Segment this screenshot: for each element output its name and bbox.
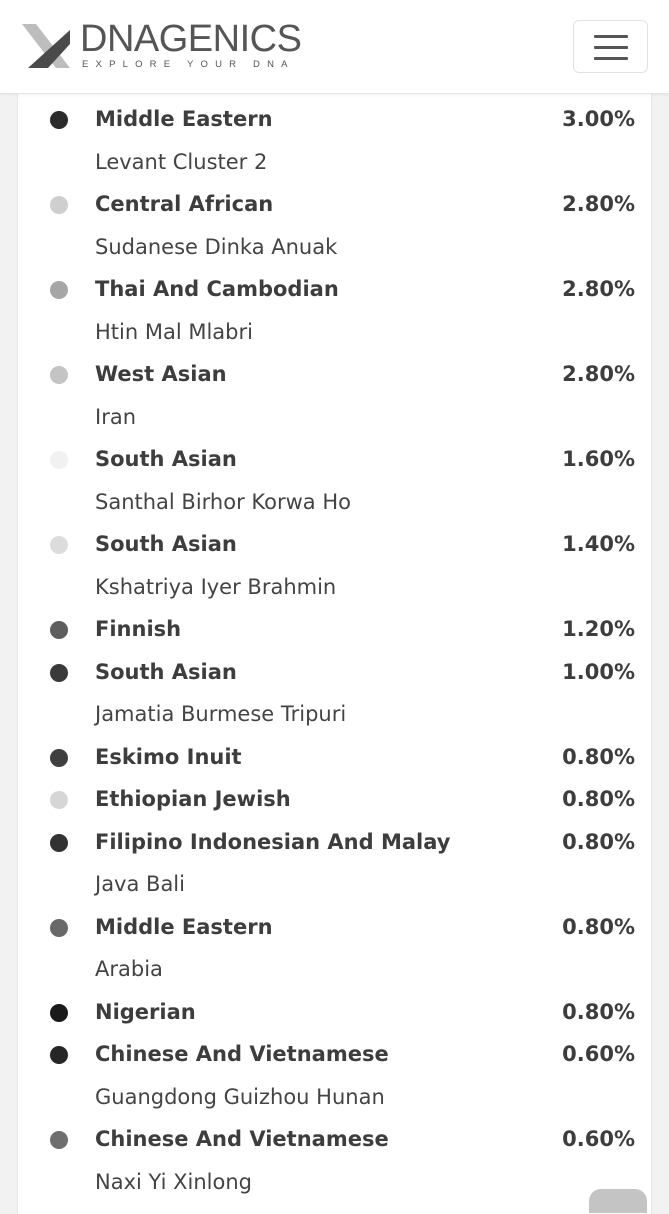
ancestry-row: Finnish 1.20%	[18, 604, 651, 647]
ancestry-row: South Asian 1.40%	[18, 519, 651, 562]
ancestry-subregion-row: Kshatriya Iyer Brahmin	[18, 562, 651, 605]
color-dot-icon	[50, 536, 68, 554]
ancestry-subregion-row: Htin Mal Mlabri	[18, 307, 651, 350]
ancestry-name: South Asian	[95, 532, 237, 556]
ancestry-row: Nigerian 0.80%	[18, 987, 651, 1030]
ancestry-name: Nigerian	[95, 999, 196, 1024]
ancestry-percent: 2.80%	[562, 192, 635, 216]
ancestry-name: Middle Eastern	[95, 914, 273, 939]
ancestry-row: Thai And Cambodian 2.80%	[18, 264, 651, 307]
ancestry-subregion: Guangdong Guizhou Hunan	[95, 1084, 385, 1109]
ancestry-subregion: Levant Cluster 2	[95, 149, 268, 174]
ancestry-subregion-row: Santhal Birhor Korwa Ho	[18, 477, 651, 520]
color-dot-icon	[50, 748, 68, 767]
ancestry-row: Filipino Indonesian And Malay 0.80%	[18, 817, 651, 860]
ancestry-name: Ethiopian Jewish	[95, 787, 291, 811]
ancestry-subregion-row: Jamatia Burmese Tripuri	[18, 689, 651, 732]
logo-mark-icon	[22, 24, 70, 68]
ancestry-percent: 0.60%	[562, 1127, 635, 1151]
ancestry-name: Chinese And Vietnamese	[95, 1042, 389, 1066]
color-dot-icon	[50, 663, 68, 682]
ancestry-list: Middle Eastern 3.00% Levant Cluster 2 Centr…	[18, 94, 651, 1199]
color-dot-icon	[50, 366, 68, 384]
ancestry-subregion: Sudanese Dinka Anuak	[95, 234, 338, 259]
ancestry-name: Thai And Cambodian	[95, 277, 339, 301]
ancestry-row: Middle Eastern 3.00%	[18, 94, 651, 137]
ancestry-row: Central African 2.80%	[18, 179, 651, 222]
ancestry-name: South Asian	[95, 447, 237, 471]
ancestry-name: Finnish	[95, 617, 182, 641]
hamburger-icon	[594, 35, 628, 38]
ancestry-percent: 1.60%	[562, 447, 635, 471]
ancestry-percent: 1.40%	[562, 532, 635, 556]
color-dot-icon	[50, 791, 68, 809]
scroll-to-top-button[interactable]	[589, 1189, 647, 1213]
ancestry-subregion-row: Java Bali	[18, 859, 651, 902]
ancestry-row: South Asian 1.60%	[18, 434, 651, 477]
ancestry-subregion: Iran	[95, 404, 137, 429]
ancestry-name: Filipino Indonesian And Malay	[95, 829, 451, 854]
color-dot-icon	[50, 1046, 68, 1064]
brand-tagline: EXPLORE YOUR DNA	[82, 59, 295, 70]
ancestry-name: Middle Eastern	[95, 107, 273, 131]
ancestry-subregion: Arabia	[95, 957, 163, 981]
ancestry-percent: 3.00%	[562, 107, 635, 131]
ancestry-subregion: Htin Mal Mlabri	[95, 319, 253, 344]
brand-name: DNAGENICS	[80, 18, 302, 60]
ancestry-percent: 1.00%	[562, 659, 635, 684]
ancestry-subregion-row: Guangdong Guizhou Hunan	[18, 1072, 651, 1115]
ancestry-subregion-row: Sudanese Dinka Anuak	[18, 222, 651, 265]
dnagenics-logo[interactable]: DNAGENICS EXPLORE YOUR DNA	[22, 18, 302, 76]
ancestry-subregion: Java Bali	[95, 872, 185, 896]
ancestry-percent: 0.80%	[562, 787, 635, 811]
ancestry-name: Chinese And Vietnamese	[95, 1127, 389, 1151]
color-dot-icon	[50, 918, 68, 937]
color-dot-icon	[50, 281, 68, 299]
color-dot-icon	[50, 1131, 68, 1149]
ancestry-subregion-row: Levant Cluster 2	[18, 137, 651, 180]
ancestry-percent: 0.80%	[562, 829, 635, 854]
color-dot-icon	[50, 196, 68, 214]
ancestry-row: South Asian 1.00%	[18, 647, 651, 690]
ancestry-name: South Asian	[95, 659, 237, 684]
ancestry-subregion-row: Arabia	[18, 944, 651, 987]
ancestry-percent: 0.80%	[562, 744, 635, 769]
color-dot-icon	[50, 833, 68, 852]
ancestry-name: Central African	[95, 192, 274, 216]
ancestry-subregion: Naxi Yi Xinlong	[95, 1169, 252, 1194]
ancestry-row: Chinese And Vietnamese 0.60%	[18, 1029, 651, 1072]
ancestry-percent: 0.80%	[562, 999, 635, 1024]
site-header: DNAGENICS EXPLORE YOUR DNA	[0, 0, 669, 94]
ancestry-row: Eskimo Inuit 0.80%	[18, 732, 651, 775]
color-dot-icon	[50, 621, 68, 639]
ancestry-percent: 2.80%	[562, 277, 635, 301]
ancestry-row: Chinese And Vietnamese 0.60%	[18, 1114, 651, 1157]
color-dot-icon	[50, 1003, 68, 1022]
ancestry-breakdown-card: Middle Eastern 3.00% Levant Cluster 2 Centr…	[17, 94, 652, 1214]
ancestry-row: West Asian 2.80%	[18, 349, 651, 392]
ancestry-row: Middle Eastern 0.80%	[18, 902, 651, 945]
color-dot-icon	[50, 111, 68, 129]
ancestry-row: Ethiopian Jewish 0.80%	[18, 774, 651, 817]
ancestry-subregion: Kshatriya Iyer Brahmin	[95, 574, 337, 599]
color-dot-icon	[50, 451, 68, 469]
ancestry-percent: 0.80%	[562, 914, 635, 939]
ancestry-percent: 0.60%	[562, 1042, 635, 1066]
ancestry-subregion: Santhal Birhor Korwa Ho	[95, 489, 351, 514]
ancestry-subregion: Jamatia Burmese Tripuri	[95, 702, 347, 726]
ancestry-name: Eskimo Inuit	[95, 744, 242, 769]
ancestry-percent: 1.20%	[562, 617, 635, 641]
ancestry-name: West Asian	[95, 362, 227, 386]
ancestry-subregion-row: Iran	[18, 392, 651, 435]
ancestry-subregion-row: Naxi Yi Xinlong	[18, 1157, 651, 1200]
menu-button[interactable]	[573, 20, 648, 73]
ancestry-percent: 2.80%	[562, 362, 635, 386]
